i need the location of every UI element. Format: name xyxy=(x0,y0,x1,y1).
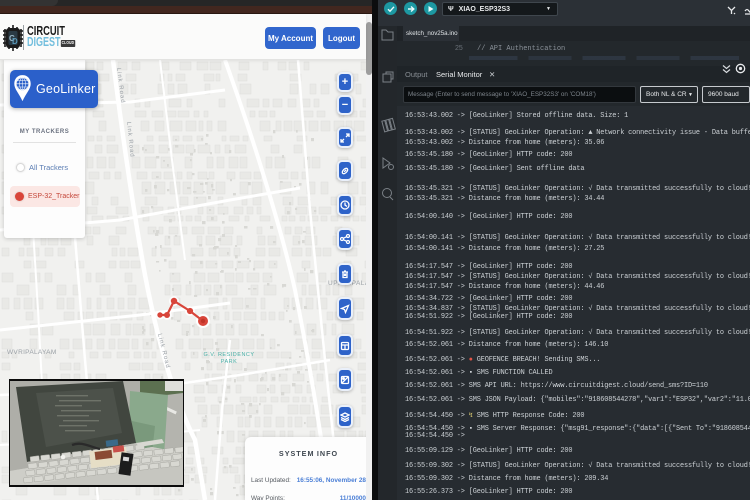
svg-text:D: D xyxy=(12,37,18,46)
